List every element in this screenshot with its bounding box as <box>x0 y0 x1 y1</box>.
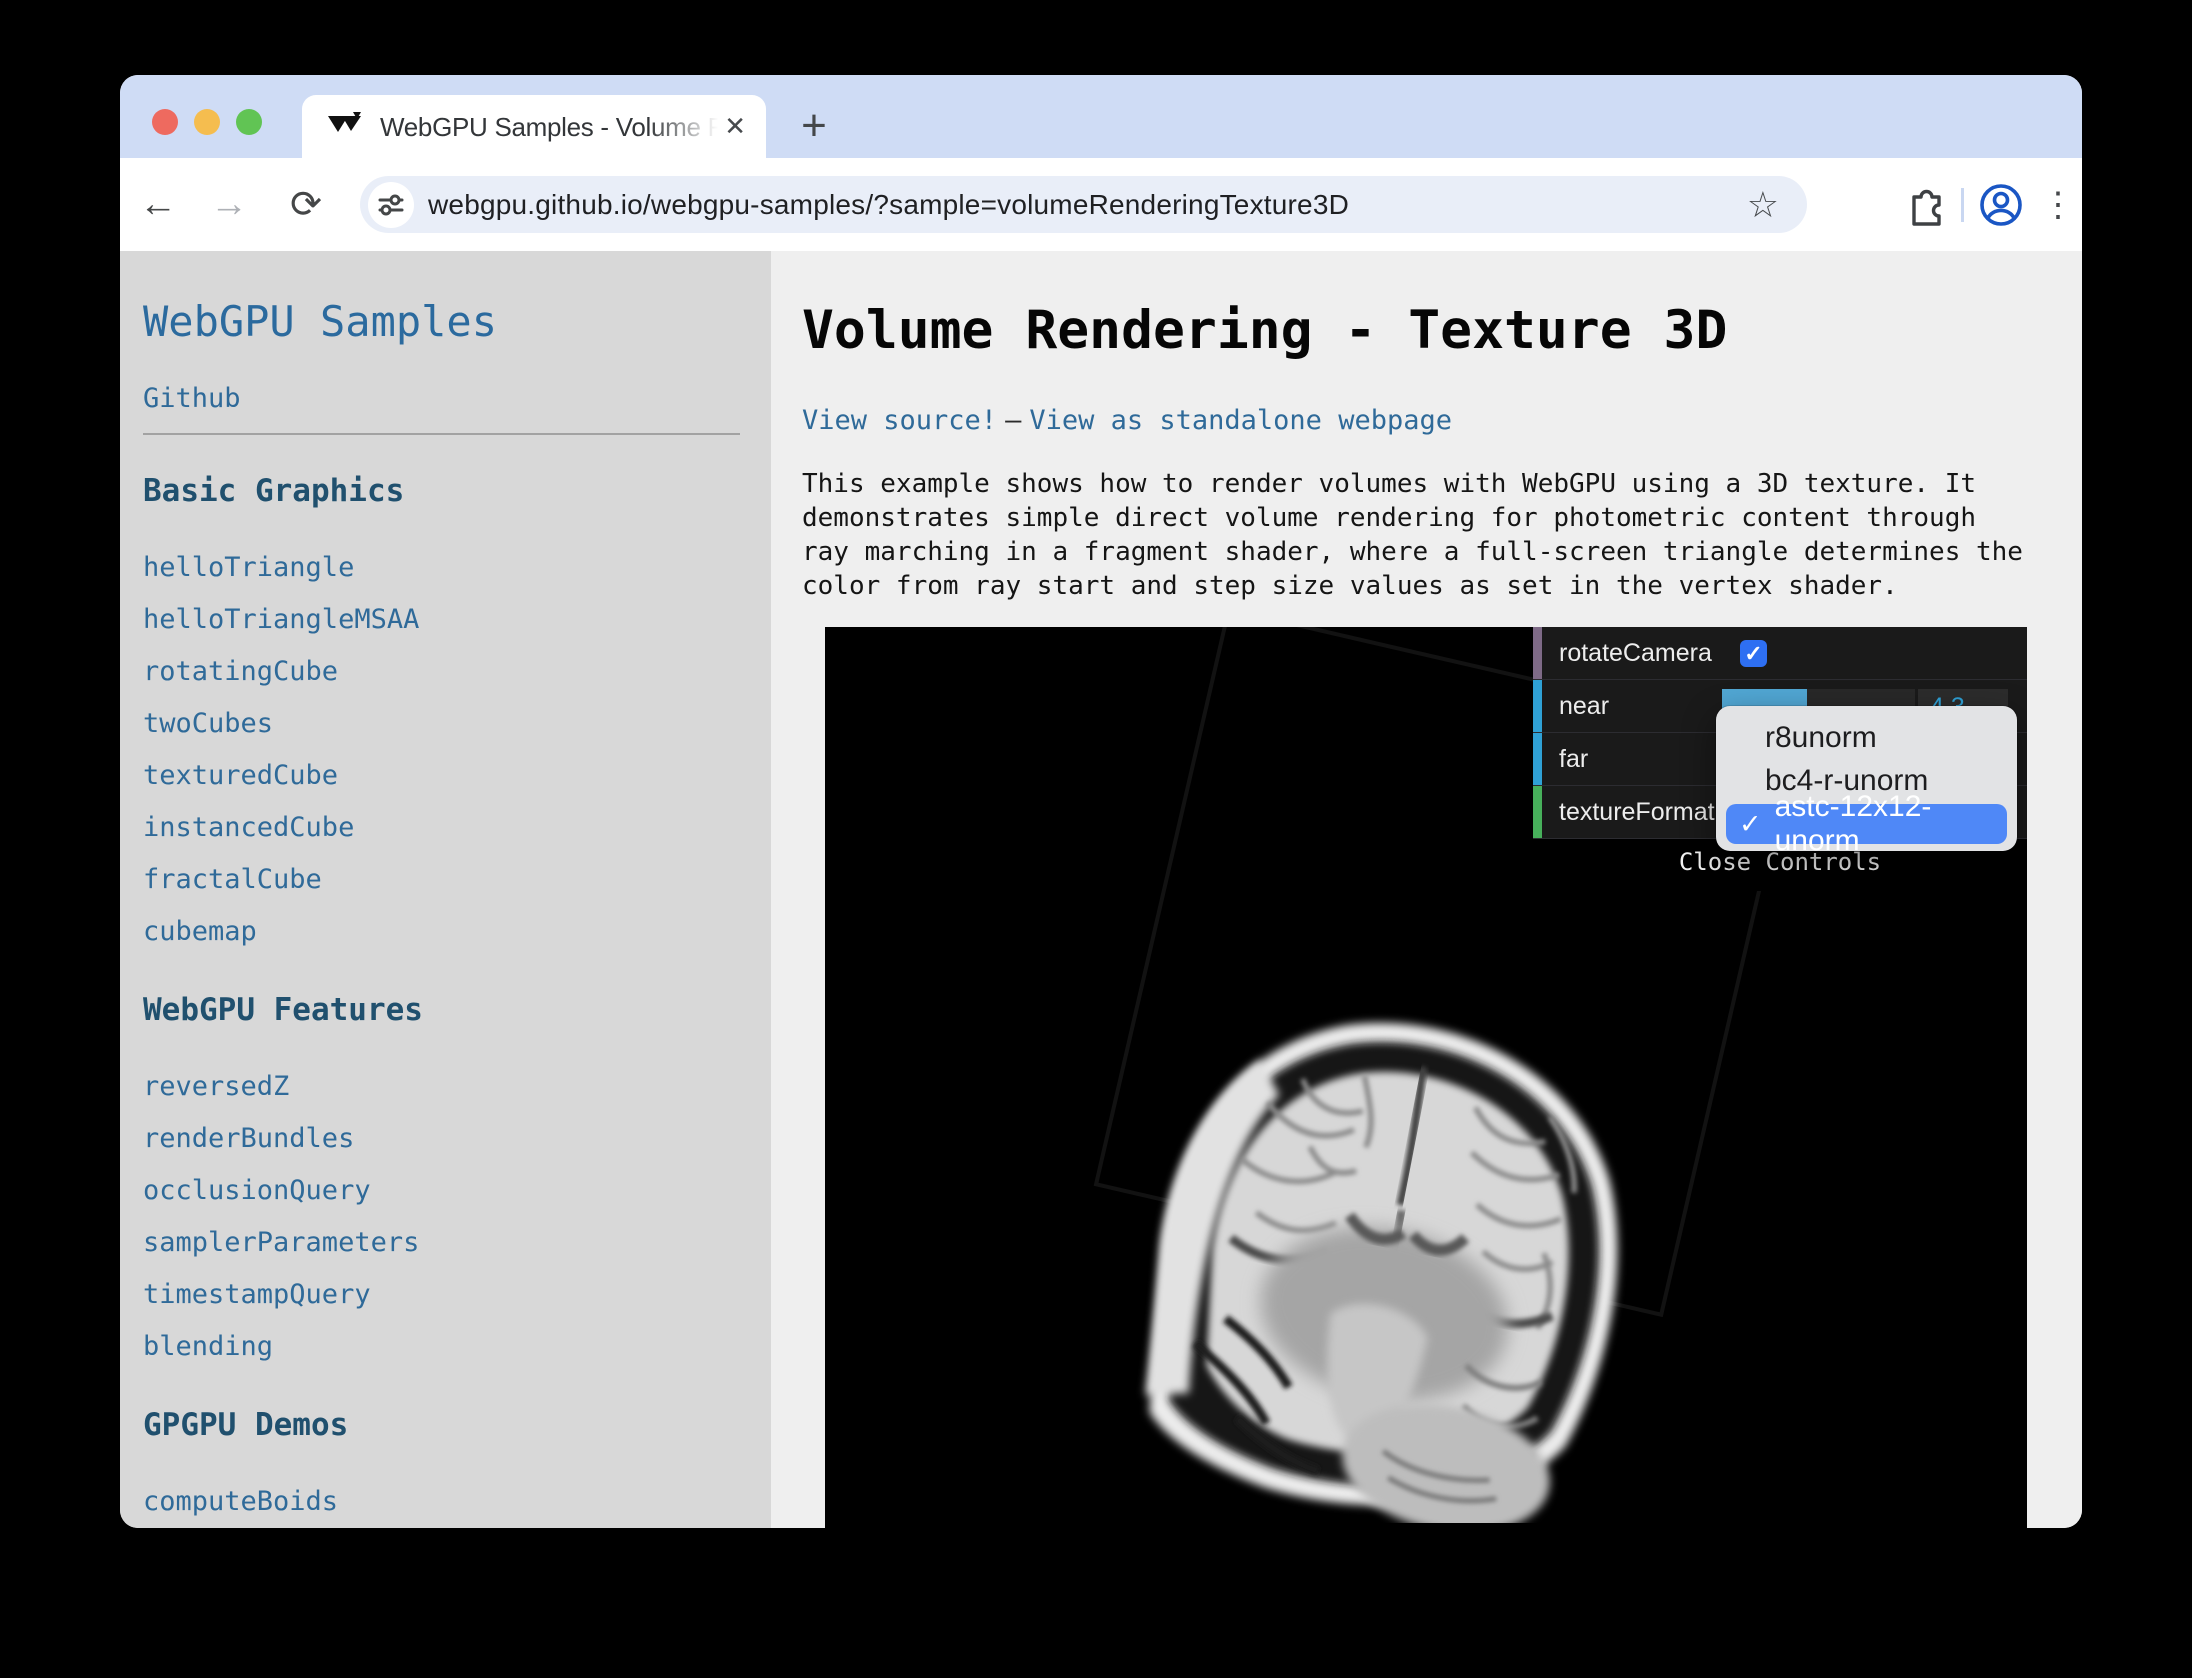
sidebar-item-fractalCube[interactable]: fractalCube <box>143 864 771 896</box>
site-settings-icon[interactable] <box>368 182 414 228</box>
sidebar-item-renderBundles[interactable]: renderBundles <box>143 1123 771 1155</box>
sidebar-item-computeBoids[interactable]: computeBoids <box>143 1486 771 1518</box>
sample-description: This example shows how to render volumes… <box>802 467 2072 603</box>
webgpu-favicon-icon <box>328 110 364 144</box>
forward-icon[interactable]: → <box>199 158 259 251</box>
standalone-webpage-link[interactable]: View as standalone webpage <box>1029 405 1452 436</box>
selected-check-icon: ✓ <box>1739 809 1762 840</box>
sidebar-item-twoCubes[interactable]: twoCubes <box>143 708 771 740</box>
sidebar-item-rotatingCube[interactable]: rotatingCube <box>143 656 771 688</box>
view-source-link[interactable]: View source! <box>802 405 997 436</box>
sidebar-item-occlusionQuery[interactable]: occlusionQuery <box>143 1175 771 1207</box>
back-icon[interactable]: ← <box>128 158 188 251</box>
sidebar-divider <box>143 433 740 435</box>
page-title: Volume Rendering - Texture 3D <box>802 299 2082 363</box>
gui-label-rotateCamera: rotateCamera <box>1559 639 1712 668</box>
address-bar[interactable]: webgpu.github.io/webgpu-samples/?sample=… <box>360 176 1807 233</box>
boolean-stripe <box>1533 627 1542 679</box>
tab-close-icon[interactable]: ✕ <box>724 111 746 142</box>
sidebar-item-blending[interactable]: blending <box>143 1331 771 1363</box>
close-window-button[interactable] <box>152 109 178 135</box>
sidebar-title: WebGPU Samples <box>143 297 771 347</box>
profile-avatar-icon[interactable] <box>1978 182 2024 228</box>
sidebar-item-helloTriangleMSAA[interactable]: helloTriangleMSAA <box>143 604 771 636</box>
zoom-window-button[interactable] <box>236 109 262 135</box>
extensions-icon[interactable] <box>1905 184 1947 226</box>
sidebar-item-cubemap[interactable]: cubemap <box>143 916 771 948</box>
sidebar-item-instancedCube[interactable]: instancedCube <box>143 812 771 844</box>
gui-row-rotateCamera: rotateCamera ✓ <box>1533 627 2027 680</box>
links-separator: — <box>1005 405 1021 436</box>
new-tab-button[interactable]: + <box>788 101 840 153</box>
sample-links-row: View source! — View as standalone webpage <box>802 405 2082 437</box>
sample-canvas[interactable]: rotateCamera ✓ near 4.3 far <box>825 627 2027 1528</box>
sidebar-item-texturedCube[interactable]: texturedCube <box>143 760 771 792</box>
menu-dots-icon[interactable]: ⋮ <box>2034 185 2082 225</box>
tab-title-fade <box>648 110 718 144</box>
dropdown-option-astc-12x12-unorm[interactable]: ✓ astc-12x12-unorm <box>1726 804 2007 844</box>
section-heading-basic-graphics: Basic Graphics <box>143 473 771 510</box>
textureFormat-dropdown-menu: r8unorm bc4-r-unorm ✓ astc-12x12-unorm <box>1716 706 2017 851</box>
traffic-lights <box>152 109 262 135</box>
sidebar-item-reversedZ[interactable]: reversedZ <box>143 1071 771 1103</box>
browser-tab[interactable]: WebGPU Samples - Volume R ✕ <box>302 95 766 158</box>
section-heading-webgpu-features: WebGPU Features <box>143 992 771 1029</box>
reload-icon[interactable]: ⟳ <box>276 158 336 251</box>
sidebar-item-timestampQuery[interactable]: timestampQuery <box>143 1279 771 1311</box>
toolbar-separator <box>1961 188 1964 222</box>
number-stripe <box>1533 733 1542 785</box>
sidebar-item-samplerParameters[interactable]: samplerParameters <box>143 1227 771 1259</box>
number-stripe <box>1533 680 1542 732</box>
samples-sidebar: WebGPU Samples Github Basic Graphics hel… <box>120 251 771 1528</box>
sidebar-item-helloTriangle[interactable]: helloTriangle <box>143 552 771 584</box>
browser-window: WebGPU Samples - Volume R ✕ + ← → ⟳ webg… <box>120 75 2082 1528</box>
minimize-window-button[interactable] <box>194 109 220 135</box>
gui-label-far: far <box>1559 745 1588 774</box>
github-link[interactable]: Github <box>143 383 241 415</box>
string-stripe <box>1533 786 1542 838</box>
main-content: Volume Rendering - Texture 3D View sourc… <box>771 251 2082 1528</box>
gui-label-textureFormat: textureFormat <box>1559 798 1715 827</box>
url-text: webgpu.github.io/webgpu-samples/?sample=… <box>428 189 1349 221</box>
rotateCamera-checkbox[interactable]: ✓ <box>1740 640 1767 667</box>
browser-toolbar: ← → ⟳ webgpu.github.io/webgpu-samples/?s… <box>120 158 2082 251</box>
gui-label-near: near <box>1559 692 1609 721</box>
dropdown-option-r8unorm[interactable]: r8unorm <box>1716 716 2017 759</box>
section-heading-gpgpu-demos: GPGPU Demos <box>143 1407 771 1444</box>
bookmark-star-icon[interactable]: ☆ <box>1747 184 1779 226</box>
tab-strip: WebGPU Samples - Volume R ✕ + <box>120 75 2082 158</box>
